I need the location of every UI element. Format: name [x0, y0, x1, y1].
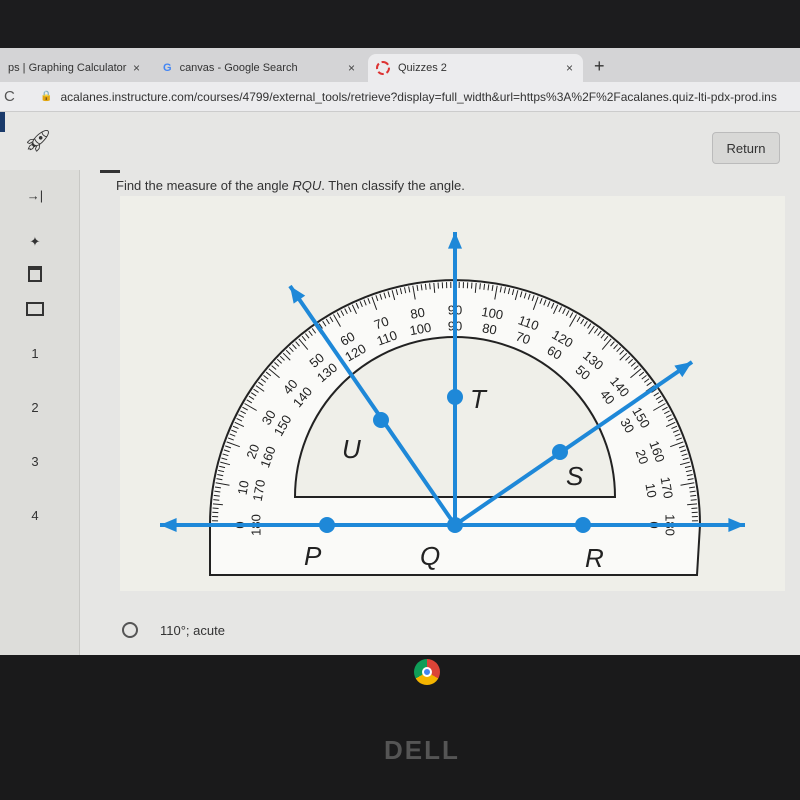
outer-scale-label: 80 [409, 305, 426, 322]
tick-mark [429, 283, 431, 290]
point-s [552, 444, 568, 460]
outer-scale-label: 10 [235, 479, 252, 496]
arrowhead-icon [160, 517, 177, 533]
tick-mark [213, 499, 220, 501]
point-label-t: T [470, 384, 488, 414]
answer-option[interactable]: 110°; acute [122, 622, 225, 638]
point-label-q: Q [420, 541, 440, 571]
point-label-p: P [304, 541, 322, 571]
point-label-r: R [585, 543, 604, 573]
arrowhead-icon [728, 517, 745, 533]
arrowhead-icon [447, 232, 463, 249]
chrome-icon[interactable] [414, 659, 440, 685]
answer-label: 110°; acute [160, 622, 225, 638]
radio-button[interactable] [122, 622, 138, 638]
tick-mark [690, 499, 697, 501]
arrowhead-icon [290, 286, 306, 304]
inner-scale-label: 10 [642, 482, 659, 499]
point-p [319, 517, 335, 533]
tick-mark [479, 283, 481, 290]
point-t [447, 389, 463, 405]
inner-scale-label: 80 [481, 320, 498, 337]
point-u [373, 412, 389, 428]
dell-logo: DELL [384, 735, 460, 765]
laptop-bezel: DELL [0, 655, 800, 800]
point-q [447, 517, 463, 533]
point-label-s: S [566, 461, 584, 491]
point-r [575, 517, 591, 533]
arrowhead-icon [674, 362, 692, 378]
point-label-u: U [342, 434, 361, 464]
